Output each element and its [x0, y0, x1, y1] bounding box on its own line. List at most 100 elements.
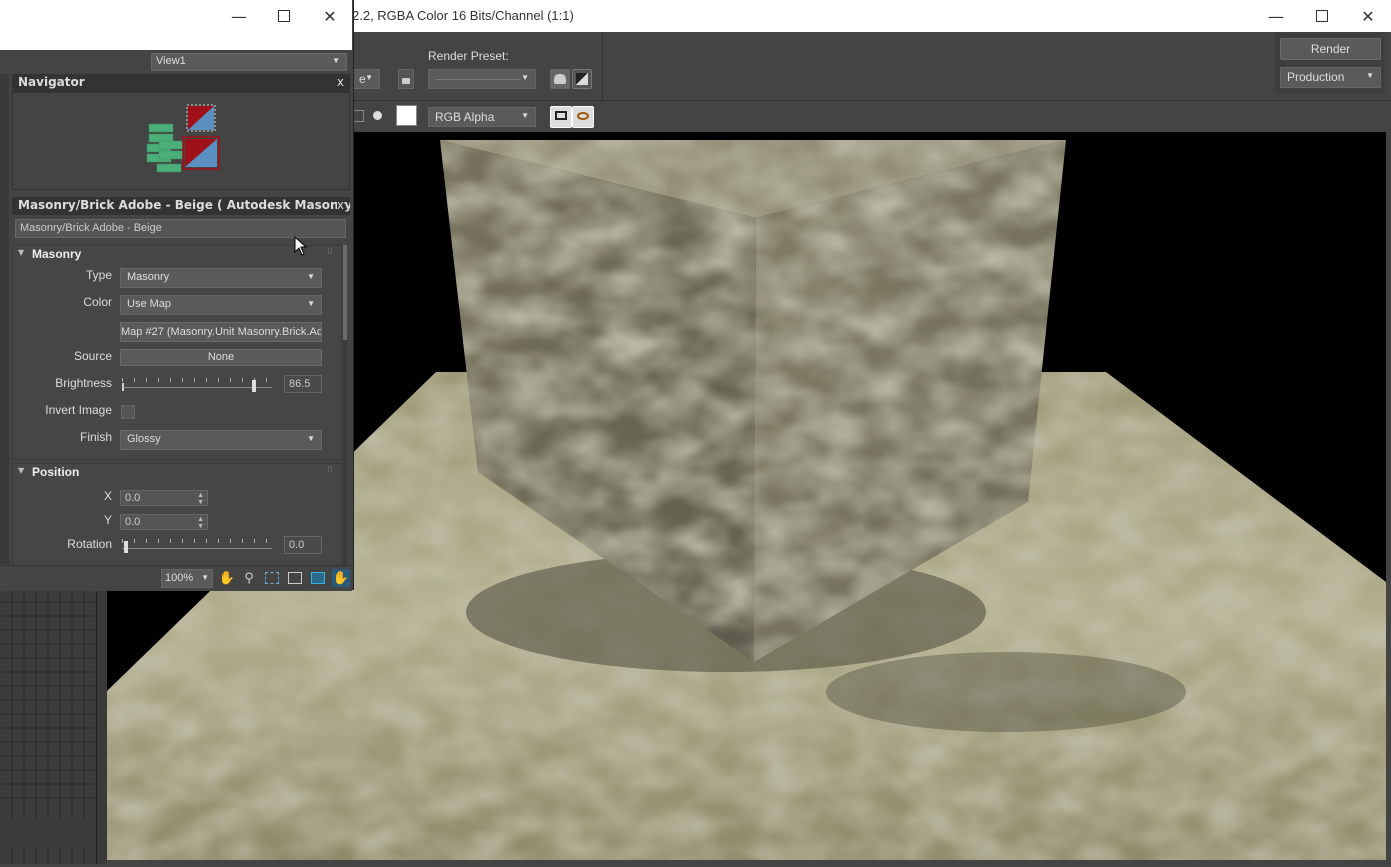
- chevron-down-icon: ▼: [307, 299, 315, 308]
- material-editor-titlebar: — ✕: [0, 0, 352, 50]
- color-map-button[interactable]: Map #27 (Masonry.Unit Masonry.Brick.Ad: [120, 322, 322, 342]
- chevron-down-icon: ▼: [521, 111, 529, 120]
- pan-button[interactable]: ✋: [218, 569, 236, 587]
- type-dropdown[interactable]: Masonry ▼: [120, 268, 322, 288]
- rotation-slider[interactable]: [122, 536, 275, 554]
- left-edge-strip: [0, 74, 9, 564]
- background-grid-area: [0, 588, 98, 864]
- slider-tick-marks: [122, 539, 272, 543]
- pan-selected-icon: ✋: [332, 570, 350, 586]
- x-spinner[interactable]: 0.0 ▲ ▼: [120, 490, 208, 506]
- chevron-down-icon: ▼: [307, 434, 315, 443]
- material-editor-status-bar: 100% ▼ ✋ ⚲ ✋: [0, 565, 352, 591]
- material-panel-title: Masonry/Brick Adobe - Beige ( Autodesk M…: [18, 198, 350, 212]
- color-value: Use Map: [127, 298, 172, 310]
- chevron-down-icon: ▼: [1366, 71, 1374, 80]
- finish-label: Finish: [79, 430, 112, 444]
- lock-button[interactable]: [398, 69, 414, 89]
- hand-icon: ✋: [218, 570, 236, 586]
- y-spinner[interactable]: 0.0 ▲ ▼: [120, 514, 208, 530]
- view-dropdown[interactable]: View1 ▼: [151, 53, 347, 71]
- chevron-down-icon: ▼: [201, 573, 209, 582]
- divider-bar: [96, 588, 107, 864]
- y-value: 0.0: [125, 516, 141, 528]
- close-button[interactable]: ✕: [1345, 0, 1391, 32]
- y-label: Y: [103, 513, 112, 527]
- minimize-button[interactable]: —: [216, 0, 262, 32]
- close-icon[interactable]: x: [336, 198, 344, 212]
- zoom-value: 100%: [165, 572, 194, 584]
- render-setup-button[interactable]: [550, 69, 570, 89]
- minimize-icon: —: [231, 6, 247, 26]
- zoom-button[interactable]: ⚲: [240, 569, 258, 587]
- zoom-extents-icon: [288, 572, 302, 584]
- chevron-down-icon: ▼: [332, 56, 340, 65]
- invert-image-checkbox[interactable]: [121, 405, 135, 419]
- maximize-button[interactable]: [261, 0, 307, 32]
- eye-icon: [577, 112, 589, 120]
- scrollbar-thumb[interactable]: [343, 245, 347, 340]
- slider-start-tick: [122, 383, 124, 391]
- production-dropdown[interactable]: Production ▼: [1280, 67, 1381, 88]
- rotation-value-field[interactable]: 0.0: [284, 536, 322, 554]
- collapse-arrow-icon[interactable]: ▼: [18, 466, 24, 475]
- slider-thumb[interactable]: [124, 541, 128, 553]
- render-preset-label: Render Preset:: [428, 49, 509, 63]
- color-label: Color: [83, 295, 112, 309]
- slate-material-editor-window: — ✕ View1 ▼ Navigator x Masonry/Brick Ado…: [0, 0, 354, 591]
- color-dropdown[interactable]: Use Map ▼: [120, 295, 322, 315]
- magnifier-icon: ⚲: [244, 570, 254, 586]
- invert-image-label: Invert Image: [45, 403, 112, 417]
- maximize-button[interactable]: [1299, 0, 1345, 32]
- collapse-arrow-icon[interactable]: ▼: [18, 248, 24, 257]
- close-icon[interactable]: x: [337, 75, 344, 89]
- masonry-rollout-title[interactable]: Masonry: [32, 247, 81, 261]
- zoom-dropdown[interactable]: 100% ▼: [161, 569, 213, 588]
- render-window-title: 2.2, RGBA Color 16 Bits/Channel (1:1): [352, 8, 574, 23]
- color-swatch[interactable]: [396, 105, 417, 126]
- chevron-down-icon: ▼: [307, 272, 315, 281]
- navigator-panel[interactable]: [12, 92, 350, 190]
- channel-dropdown[interactable]: RGB Alpha ▼: [428, 107, 536, 127]
- x-label: X: [103, 489, 112, 503]
- zoom-region-button[interactable]: [263, 569, 281, 587]
- spinner-arrows-icon[interactable]: ▲ ▼: [197, 492, 204, 505]
- brightness-label: Brightness: [55, 376, 112, 390]
- x-value: 0.0: [125, 492, 141, 504]
- finish-dropdown[interactable]: Glossy ▼: [120, 430, 322, 450]
- close-icon: ✕: [323, 6, 337, 26]
- monitor-icon: [555, 111, 567, 120]
- slider-tick-marks: [122, 378, 272, 382]
- navigator-node-preview: [146, 104, 220, 173]
- zoom-region-icon: [265, 572, 279, 584]
- finish-value: Glossy: [127, 433, 161, 445]
- source-button[interactable]: None: [120, 349, 322, 366]
- maximize-icon: [278, 10, 290, 22]
- material-parameters-panel: Masonry/Brick Adobe - Beige ▼ Masonry ⁞⁞…: [12, 215, 350, 565]
- view-dropdown-value: View1: [156, 55, 186, 67]
- brightness-slider[interactable]: [122, 375, 275, 393]
- spinner-arrows-icon[interactable]: ▲ ▼: [197, 516, 204, 529]
- mono-toggle-button[interactable]: [373, 111, 382, 120]
- environment-button[interactable]: [572, 69, 592, 89]
- close-icon: ✕: [1361, 6, 1375, 26]
- position-rollout-title[interactable]: Position: [32, 465, 79, 479]
- exposure-icon: [576, 73, 588, 85]
- display-toggle-button[interactable]: [550, 106, 572, 128]
- pan-to-selected-button[interactable]: ✋: [332, 569, 350, 587]
- render-preset-dropdown[interactable]: ▼: [428, 69, 536, 89]
- source-label: Source: [73, 349, 112, 363]
- view-toggle-button[interactable]: [572, 106, 594, 128]
- render-button[interactable]: Render: [1280, 38, 1381, 60]
- zoom-extents-button[interactable]: [286, 569, 304, 587]
- chevron-down-icon: ▼: [521, 73, 529, 82]
- zoom-extents-selected-button[interactable]: [309, 569, 327, 587]
- rotation-label: Rotation: [67, 537, 112, 551]
- render-area-dropdown[interactable]: e ▼: [352, 69, 380, 89]
- slider-thumb[interactable]: [252, 380, 256, 392]
- minimize-button[interactable]: —: [1253, 0, 1299, 32]
- brightness-value-field[interactable]: 86.5: [284, 375, 322, 393]
- close-button[interactable]: ✕: [307, 0, 353, 32]
- minimize-icon: —: [1268, 6, 1284, 26]
- production-value: Production: [1287, 70, 1345, 84]
